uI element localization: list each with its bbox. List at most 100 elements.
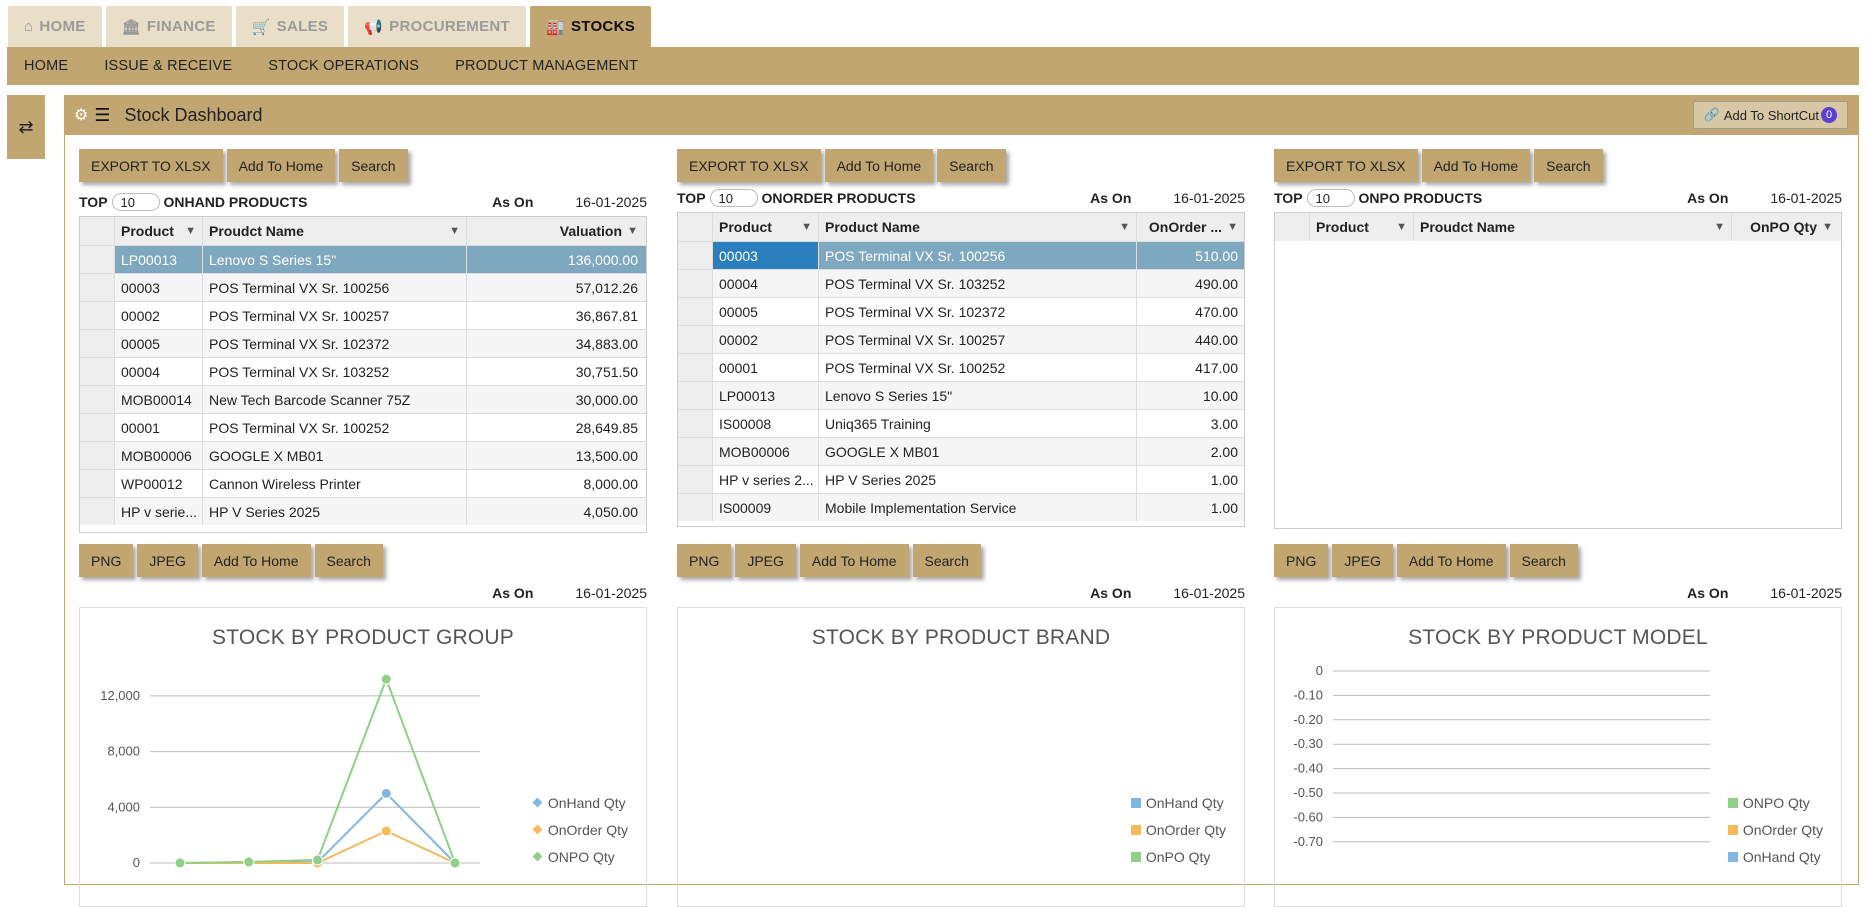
top-count-input[interactable]: 10 [1306, 189, 1355, 207]
table-row[interactable]: HP v series 2... HP V Series 2025 1.00 [678, 465, 1244, 493]
row-selector[interactable] [678, 354, 712, 381]
table-cell[interactable]: 00001 [712, 354, 818, 381]
search-button[interactable]: Search [937, 149, 1006, 182]
table-cell[interactable]: HP v series 2... [712, 466, 818, 493]
filter-icon[interactable]: ▼ [627, 225, 638, 237]
table-row[interactable]: MOB00006 GOOGLE X MB01 13,500.00 [80, 441, 646, 469]
table-cell[interactable]: 10.00 [1136, 382, 1244, 409]
row-selector[interactable] [80, 302, 114, 329]
row-selector[interactable] [80, 358, 114, 385]
table-cell[interactable]: IS00009 [712, 494, 818, 521]
table-cell[interactable]: POS Terminal VX Sr. 100256 [818, 242, 1136, 269]
filter-icon[interactable]: ▼ [1396, 221, 1407, 233]
table-row[interactable]: 00004 POS Terminal VX Sr. 103252 490.00 [678, 269, 1244, 297]
table-cell[interactable]: Lenovo S Series 15" [818, 382, 1136, 409]
subnav-issue-receive[interactable]: ISSUE & RECEIVE [104, 58, 232, 74]
row-selector[interactable] [80, 414, 114, 441]
table-cell[interactable]: 490.00 [1136, 270, 1244, 297]
export-xlsx-button[interactable]: EXPORT TO XLSX [677, 149, 821, 182]
legend-item[interactable]: OnHand Qty [1130, 789, 1226, 816]
search-button[interactable]: Search [339, 149, 408, 182]
table-cell[interactable]: 13,500.00 [466, 442, 644, 469]
table-cell[interactable]: 1.00 [1136, 494, 1244, 521]
table-cell[interactable]: 136,000.00 [466, 246, 644, 273]
row-selector[interactable] [80, 498, 114, 525]
table-cell[interactable]: Lenovo S Series 15" [202, 246, 466, 273]
table-cell[interactable]: POS Terminal VX Sr. 102372 [818, 298, 1136, 325]
sidebar-toggle-button[interactable]: ⇄ [7, 95, 45, 159]
table-cell[interactable]: LP00013 [712, 382, 818, 409]
tab-procurement[interactable]: 📢 PROCUREMENT [348, 6, 526, 47]
row-selector[interactable] [80, 330, 114, 357]
table-row[interactable]: 00001 POS Terminal VX Sr. 100252 28,649.85 [80, 413, 646, 441]
add-to-home-button[interactable]: Add To Home [226, 149, 336, 182]
jpeg-button[interactable]: JPEG [137, 544, 198, 577]
table-row[interactable]: 00005 POS Terminal VX Sr. 102372 470.00 [678, 297, 1244, 325]
search-button[interactable]: Search [1509, 544, 1578, 577]
table-cell[interactable]: POS Terminal VX Sr. 103252 [818, 270, 1136, 297]
add-to-home-button[interactable]: Add To Home [201, 544, 311, 577]
row-selector[interactable] [678, 410, 712, 437]
add-to-shortcut-button[interactable]: 🔗 Add To ShortCut 0 [1692, 101, 1848, 129]
filter-icon[interactable]: ▼ [1714, 221, 1725, 233]
table-cell[interactable]: 30,000.00 [466, 386, 644, 413]
table-row[interactable]: HP v serie... HP V Series 2025 4,050.00 [80, 497, 646, 525]
table-cell[interactable]: 00002 [114, 302, 202, 329]
table-cell[interactable]: 00003 [114, 274, 202, 301]
column-header[interactable]: Product ▼ [114, 217, 202, 245]
table-row[interactable]: 00004 POS Terminal VX Sr. 103252 30,751.50 [80, 357, 646, 385]
table-cell[interactable]: MOB00014 [114, 386, 202, 413]
row-selector[interactable] [678, 242, 712, 269]
jpeg-button[interactable]: JPEG [1332, 544, 1393, 577]
filter-icon[interactable]: ▼ [1119, 221, 1130, 233]
add-to-home-button[interactable]: Add To Home [824, 149, 934, 182]
table-row[interactable]: MOB00014 New Tech Barcode Scanner 75Z 30,0… [80, 385, 646, 413]
filter-icon[interactable]: ▼ [449, 225, 460, 237]
table-cell[interactable]: 30,751.50 [466, 358, 644, 385]
table-cell[interactable]: 00005 [712, 298, 818, 325]
table-cell[interactable]: LP00013 [114, 246, 202, 273]
table-cell[interactable]: POS Terminal VX Sr. 103252 [202, 358, 466, 385]
row-selector[interactable] [678, 326, 712, 353]
jpeg-button[interactable]: JPEG [735, 544, 796, 577]
add-to-home-button[interactable]: Add To Home [1396, 544, 1506, 577]
table-cell[interactable]: 28,649.85 [466, 414, 644, 441]
table-cell[interactable]: 00001 [114, 414, 202, 441]
table-cell[interactable]: 3.00 [1136, 410, 1244, 437]
table-cell[interactable]: New Tech Barcode Scanner 75Z [202, 386, 466, 413]
row-selector[interactable] [80, 470, 114, 497]
gear-icon[interactable]: ⚙ [74, 105, 88, 125]
export-xlsx-button[interactable]: EXPORT TO XLSX [1274, 149, 1418, 182]
table-row[interactable]: LP00013 Lenovo S Series 15" 10.00 [678, 381, 1244, 409]
table-cell[interactable]: 440.00 [1136, 326, 1244, 353]
table-cell[interactable]: 00002 [712, 326, 818, 353]
table-cell[interactable]: GOOGLE X MB01 [202, 442, 466, 469]
add-to-home-button[interactable]: Add To Home [799, 544, 909, 577]
column-header[interactable]: Product ▼ [712, 213, 818, 241]
export-xlsx-button[interactable]: EXPORT TO XLSX [79, 149, 223, 182]
legend-item[interactable]: OnPO Qty [1130, 843, 1226, 870]
table-cell[interactable]: 1.00 [1136, 466, 1244, 493]
png-button[interactable]: PNG [1274, 544, 1329, 577]
row-selector[interactable] [678, 438, 712, 465]
filter-icon[interactable]: ▼ [1227, 221, 1238, 233]
table-cell[interactable]: 2.00 [1136, 438, 1244, 465]
subnav-home[interactable]: HOME [24, 58, 68, 74]
column-header[interactable]: Valuation ▼ [466, 217, 644, 245]
table-cell[interactable]: 417.00 [1136, 354, 1244, 381]
column-header[interactable]: Proudct Name ▼ [202, 217, 466, 245]
row-selector[interactable] [80, 274, 114, 301]
filter-icon[interactable]: ▼ [185, 225, 196, 237]
table-cell[interactable]: IS00008 [712, 410, 818, 437]
table-row[interactable]: 00001 POS Terminal VX Sr. 100252 417.00 [678, 353, 1244, 381]
table-cell[interactable]: Mobile Implementation Service [818, 494, 1136, 521]
table-cell[interactable]: 8,000.00 [466, 470, 644, 497]
table-cell[interactable]: 57,012.26 [466, 274, 644, 301]
table-cell[interactable]: MOB00006 [712, 438, 818, 465]
table-row[interactable]: MOB00006 GOOGLE X MB01 2.00 [678, 437, 1244, 465]
search-button[interactable]: Search [1534, 149, 1603, 182]
table-row[interactable]: 00003 POS Terminal VX Sr. 100256 57,012.26 [80, 273, 646, 301]
column-header[interactable]: Product Name ▼ [818, 213, 1136, 241]
table-cell[interactable]: Uniq365 Training [818, 410, 1136, 437]
column-header[interactable]: OnPO Qty ▼ [1731, 213, 1839, 241]
